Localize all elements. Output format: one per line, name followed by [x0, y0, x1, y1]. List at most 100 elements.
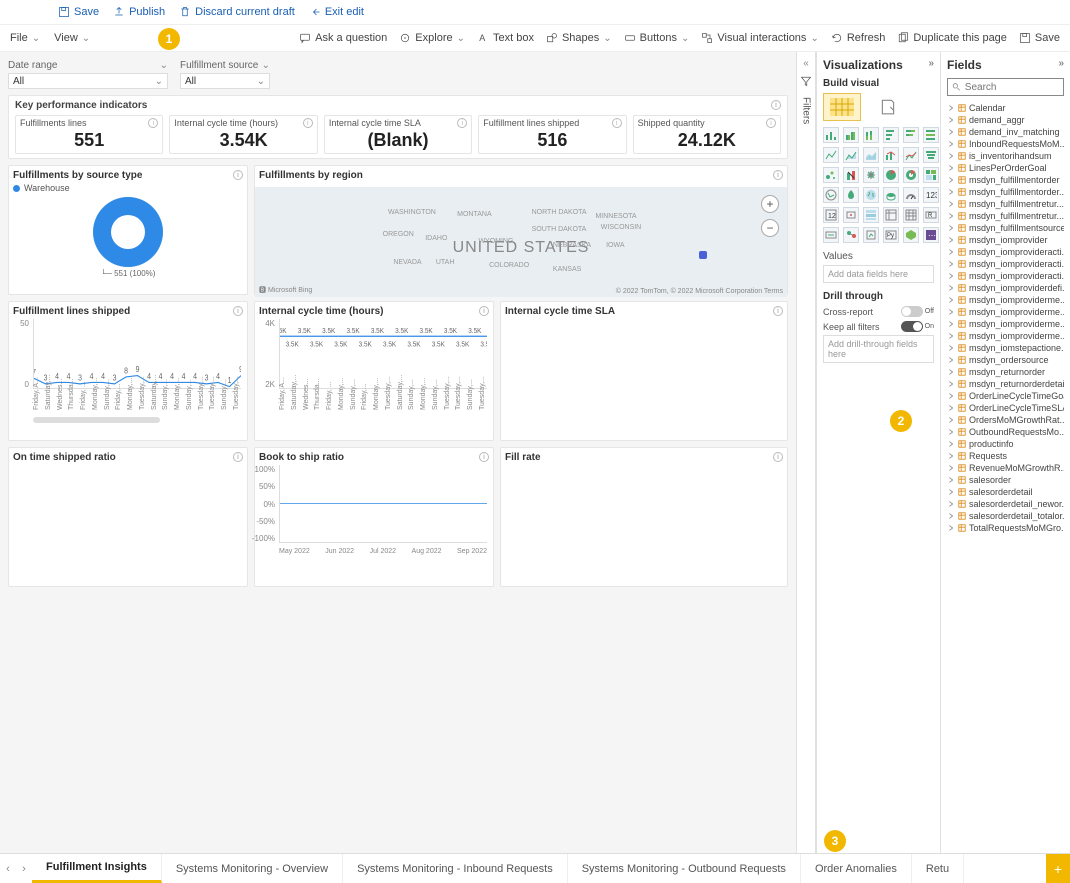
exit-edit-action[interactable]: Exit edit	[309, 6, 364, 18]
add-page-button[interactable]: +	[1046, 854, 1070, 883]
keep-filters-toggle[interactable]	[901, 321, 923, 332]
ask-question-button[interactable]: Ask a question	[299, 32, 387, 44]
field-item[interactable]: TotalRequestsMoMGro...	[947, 522, 1064, 534]
file-menu[interactable]: File⌄	[10, 32, 40, 44]
field-item[interactable]: msdyn_iomproviderdefi...	[947, 282, 1064, 294]
field-item[interactable]: salesorderdetail_totalor...	[947, 510, 1064, 522]
map-card[interactable]: Fulfillments by regioni UNITED STATES WA…	[254, 165, 788, 295]
page-tab[interactable]: Fulfillment Insights	[32, 854, 162, 883]
cycle-time-card[interactable]: Internal cycle time (hours)i 4K2K3.5K3.5…	[254, 301, 494, 441]
field-item[interactable]: msdyn_iomprovideracti...	[947, 270, 1064, 282]
viz-type-33[interactable]: Py	[883, 227, 899, 243]
discard-action[interactable]: Discard current draft	[179, 6, 295, 18]
viz-type-10[interactable]	[903, 147, 919, 163]
textbox-button[interactable]: AText box	[477, 32, 534, 44]
format-visual-tab[interactable]	[869, 93, 907, 121]
tab-scroll-right[interactable]: ›	[16, 854, 32, 883]
map-visual[interactable]: UNITED STATES WASHINGTON MONTANA NORTH D…	[255, 187, 787, 297]
chart-scrollbar[interactable]	[33, 417, 160, 423]
page-tab[interactable]: Systems Monitoring - Outbound Requests	[568, 854, 801, 883]
drill-dropzone[interactable]: Add drill-through fields here	[823, 335, 934, 363]
viz-type-34[interactable]	[903, 227, 919, 243]
field-item[interactable]: msdyn_fulfillmentorder...	[947, 186, 1064, 198]
viz-type-1[interactable]	[843, 127, 859, 143]
buttons-button[interactable]: Buttons⌄	[624, 32, 690, 44]
viz-type-9[interactable]	[883, 147, 899, 163]
info-icon[interactable]: i	[479, 452, 489, 462]
explore-button[interactable]: Explore⌄	[399, 32, 465, 44]
field-item[interactable]: msdyn_ordersource	[947, 354, 1064, 366]
kpi-card[interactable]: Fulfillment lines shippedi516	[478, 115, 626, 154]
slicer-date-range[interactable]: Date range⌄ All⌄	[8, 60, 168, 89]
kpi-card[interactable]: Internal cycle time (hours)i3.54K	[169, 115, 317, 154]
field-item[interactable]: msdyn_returnorder	[947, 366, 1064, 378]
expand-filters-icon[interactable]: «	[803, 58, 809, 69]
viz-type-5[interactable]	[923, 127, 939, 143]
field-item[interactable]: msdyn_returnorderdetail	[947, 378, 1064, 390]
viz-type-29[interactable]: R	[923, 207, 939, 223]
info-icon[interactable]: i	[773, 452, 783, 462]
info-icon[interactable]: i	[233, 452, 243, 462]
duplicate-page-button[interactable]: Duplicate this page	[897, 32, 1007, 44]
fields-search[interactable]	[947, 78, 1064, 96]
viz-type-25[interactable]	[843, 207, 859, 223]
viz-type-21[interactable]	[883, 187, 899, 203]
page-tab[interactable]: Order Anomalies	[801, 854, 912, 883]
field-item[interactable]: OrdersMoMGrowthRat...	[947, 414, 1064, 426]
page-tab[interactable]: Systems Monitoring - Inbound Requests	[343, 854, 568, 883]
viz-type-31[interactable]	[843, 227, 859, 243]
publish-action[interactable]: Publish	[113, 6, 165, 18]
zoom-in-button[interactable]: +	[761, 195, 779, 213]
slicer-fulfillment-source[interactable]: Fulfillment source⌄ All⌄	[180, 60, 270, 89]
book-to-ship-card[interactable]: Book to ship ratioi 100%50%0%-50%-100%Ma…	[254, 447, 494, 587]
info-icon[interactable]: i	[479, 306, 489, 316]
viz-type-7[interactable]	[843, 147, 859, 163]
field-item[interactable]: Calendar	[947, 102, 1064, 114]
save-button[interactable]: Save	[1019, 32, 1060, 44]
viz-type-26[interactable]	[863, 207, 879, 223]
field-item[interactable]: LinesPerOrderGoal	[947, 162, 1064, 174]
fields-search-input[interactable]	[965, 82, 1059, 93]
viz-type-17[interactable]	[923, 167, 939, 183]
filters-pane-collapsed[interactable]: « Filters	[796, 52, 816, 853]
info-icon[interactable]: i	[612, 118, 622, 128]
viz-type-2[interactable]	[863, 127, 879, 143]
viz-type-3[interactable]	[883, 127, 899, 143]
viz-type-6[interactable]	[823, 147, 839, 163]
field-item[interactable]: msdyn_fulfillmentretur...	[947, 210, 1064, 222]
field-item[interactable]: salesorderdetail	[947, 486, 1064, 498]
on-time-card[interactable]: On time shipped ratioi	[8, 447, 248, 587]
info-icon[interactable]: i	[233, 170, 243, 180]
cycle-time-sla-card[interactable]: Internal cycle time SLAi	[500, 301, 788, 441]
viz-type-24[interactable]: 12	[823, 207, 839, 223]
field-item[interactable]: msdyn_iomproviderme...	[947, 294, 1064, 306]
viz-type-30[interactable]	[823, 227, 839, 243]
viz-type-12[interactable]	[823, 167, 839, 183]
info-icon[interactable]: i	[457, 118, 467, 128]
info-icon[interactable]: i	[233, 306, 243, 316]
viz-type-35[interactable]: ⋯	[923, 227, 939, 243]
kpi-card[interactable]: Fulfillments linesi551	[15, 115, 163, 154]
viz-type-4[interactable]	[903, 127, 919, 143]
shapes-button[interactable]: Shapes⌄	[546, 32, 612, 44]
field-item[interactable]: productinfo	[947, 438, 1064, 450]
build-visual-tab[interactable]	[823, 93, 861, 121]
save-action[interactable]: Save	[58, 6, 99, 18]
field-item[interactable]: demand_inv_matching	[947, 126, 1064, 138]
tab-scroll-left[interactable]: ‹	[0, 854, 16, 883]
field-item[interactable]: salesorder	[947, 474, 1064, 486]
field-item[interactable]: msdyn_iomproviderme...	[947, 318, 1064, 330]
field-item[interactable]: msdyn_fulfillmentretur...	[947, 198, 1064, 210]
page-tab[interactable]: Retu	[912, 854, 964, 883]
field-item[interactable]: OutboundRequestsMo...	[947, 426, 1064, 438]
lines-shipped-card[interactable]: Fulfillment lines shippedi 5007344344389…	[8, 301, 248, 441]
field-item[interactable]: msdyn_fulfillmentsource	[947, 222, 1064, 234]
field-item[interactable]: msdyn_iomprovideracti...	[947, 258, 1064, 270]
field-item[interactable]: msdyn_iomprovideracti...	[947, 246, 1064, 258]
field-item[interactable]: msdyn_iomprovider	[947, 234, 1064, 246]
field-item[interactable]: salesorderdetail_newor...	[947, 498, 1064, 510]
visual-interactions-button[interactable]: Visual interactions⌄	[701, 32, 818, 44]
field-item[interactable]: msdyn_iomproviderme...	[947, 306, 1064, 318]
field-item[interactable]: is_inventorihandsum	[947, 150, 1064, 162]
viz-type-13[interactable]	[843, 167, 859, 183]
